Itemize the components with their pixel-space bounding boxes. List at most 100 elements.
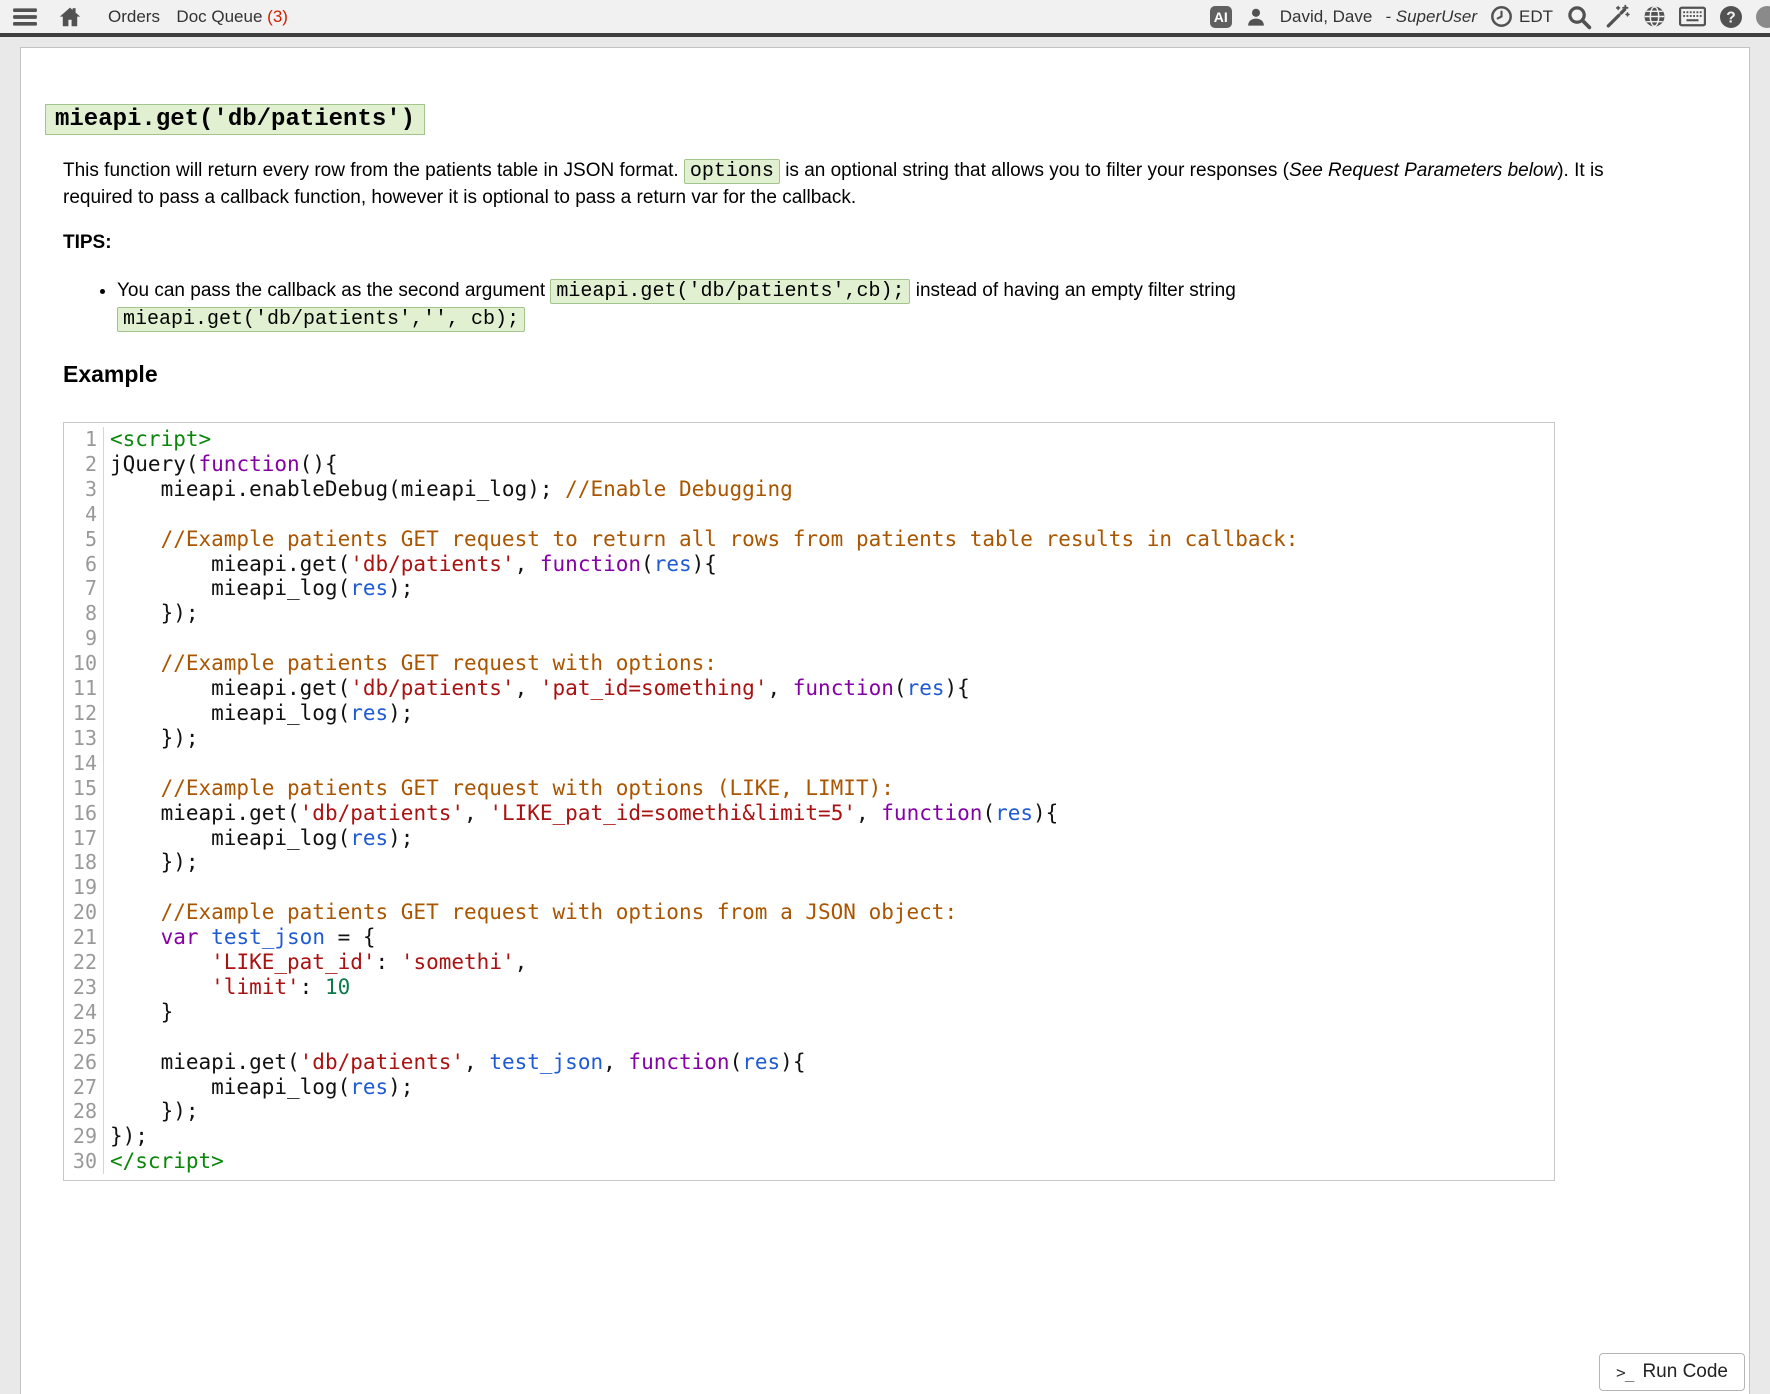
- text-segment: You can pass the callback as the second …: [117, 280, 550, 301]
- text-segment: See Request Parameters below: [1289, 160, 1557, 181]
- text-segment: This function will return every row from…: [63, 160, 684, 181]
- top-bar: Orders Doc Queue (3) AI David, Dave - Su…: [0, 0, 1770, 33]
- breadcrumb-nav: Orders Doc Queue (3): [96, 7, 288, 27]
- home-icon[interactable]: [58, 5, 82, 29]
- code-text: });: [104, 726, 199, 751]
- keyboard-icon[interactable]: [1679, 5, 1706, 28]
- code-text: }: [104, 1000, 173, 1025]
- line-number: 18: [64, 850, 104, 875]
- doc-title-wrap: mieapi.get('db/patients'): [45, 104, 1749, 135]
- line-number: 19: [64, 875, 104, 900]
- line-number: 26: [64, 1050, 104, 1075]
- run-code-label: Run Code: [1642, 1361, 1728, 1383]
- code-line: 30</script>: [64, 1149, 1554, 1174]
- line-number: 9: [64, 626, 104, 651]
- line-number: 30: [64, 1149, 104, 1174]
- code-line: 12 mieapi_log(res);: [64, 701, 1554, 726]
- tips-list: You can pass the callback as the second …: [63, 277, 1647, 333]
- code-text: mieapi_log(res);: [104, 701, 413, 726]
- top-bar-left: Orders Doc Queue (3): [12, 5, 288, 29]
- menu-icon[interactable]: [12, 6, 38, 28]
- line-number: 20: [64, 900, 104, 925]
- line-number: 29: [64, 1124, 104, 1149]
- code-line: 26 mieapi.get('db/patients', test_json, …: [64, 1050, 1554, 1075]
- code-line: 24 }: [64, 1000, 1554, 1025]
- code-line: 15 //Example patients GET request with o…: [64, 776, 1554, 801]
- line-number: 13: [64, 726, 104, 751]
- terminal-icon: >_: [1616, 1363, 1633, 1382]
- inline-code: mieapi.get('db/patients','', cb);: [117, 307, 525, 332]
- code-text: </script>: [104, 1149, 224, 1174]
- search-icon[interactable]: [1566, 4, 1592, 30]
- ai-badge-icon[interactable]: AI: [1210, 6, 1232, 28]
- svg-text:?: ?: [1726, 9, 1735, 26]
- code-line: 6 mieapi.get('db/patients', function(res…: [64, 552, 1554, 577]
- line-number: 4: [64, 502, 104, 527]
- line-number: 11: [64, 676, 104, 701]
- code-text: [104, 626, 110, 651]
- code-text: });: [104, 1124, 148, 1149]
- code-text: jQuery(function(){: [104, 452, 338, 477]
- help-icon[interactable]: ?: [1719, 5, 1743, 29]
- page-title: mieapi.get('db/patients'): [45, 104, 425, 135]
- code-line: 5 //Example patients GET request to retu…: [64, 527, 1554, 552]
- nav-orders[interactable]: Orders: [108, 7, 160, 26]
- line-number: 6: [64, 552, 104, 577]
- code-line: 19: [64, 875, 1554, 900]
- code-text: [104, 502, 110, 527]
- code-line: 28 });: [64, 1099, 1554, 1124]
- user-role: - SuperUser: [1385, 7, 1477, 27]
- run-code-button[interactable]: >_ Run Code: [1599, 1353, 1745, 1391]
- line-number: 21: [64, 925, 104, 950]
- code-line: 16 mieapi.get('db/patients', 'LIKE_pat_i…: [64, 801, 1554, 826]
- clock-icon[interactable]: [1490, 5, 1513, 28]
- code-text: mieapi.get('db/patients', function(res){: [104, 552, 717, 577]
- line-number: 23: [64, 975, 104, 1000]
- header-divider: [0, 33, 1770, 37]
- code-text: mieapi.get('db/patients', 'LIKE_pat_id=s…: [104, 801, 1058, 826]
- code-line: 7 mieapi_log(res);: [64, 576, 1554, 601]
- screen: Orders Doc Queue (3) AI David, Dave - Su…: [0, 0, 1770, 1394]
- code-text: mieapi_log(res);: [104, 826, 413, 851]
- code-text: [104, 875, 110, 900]
- code-text: [104, 751, 110, 776]
- intro-paragraph: This function will return every row from…: [63, 158, 1628, 211]
- code-block[interactable]: 1<script>2jQuery(function(){3 mieapi.ena…: [63, 422, 1555, 1181]
- example-heading: Example: [63, 361, 1749, 388]
- code-text: 'limit': 10: [104, 975, 350, 1000]
- code-line: 8 });: [64, 601, 1554, 626]
- line-number: 2: [64, 452, 104, 477]
- code-text: //Example patients GET request with opti…: [104, 651, 717, 676]
- inline-code: mieapi.get('db/patients',cb);: [550, 279, 910, 304]
- line-number: 10: [64, 651, 104, 676]
- code-line: 29});: [64, 1124, 1554, 1149]
- line-number: 8: [64, 601, 104, 626]
- code-text: //Example patients GET request with opti…: [104, 900, 957, 925]
- line-number: 3: [64, 477, 104, 502]
- code-text: [104, 1025, 110, 1050]
- nav-doc-queue[interactable]: Doc Queue (3): [176, 7, 288, 26]
- code-text: var test_json = {: [104, 925, 376, 950]
- code-text: mieapi_log(res);: [104, 1075, 413, 1100]
- timezone-label[interactable]: EDT: [1519, 7, 1553, 27]
- code-line: 27 mieapi_log(res);: [64, 1075, 1554, 1100]
- wand-icon[interactable]: [1605, 4, 1630, 29]
- code-line: 13 });: [64, 726, 1554, 751]
- inline-code: options: [684, 159, 780, 184]
- code-line: 18 });: [64, 850, 1554, 875]
- nav-doc-queue-label: Doc Queue: [176, 7, 262, 26]
- globe-icon[interactable]: [1643, 5, 1666, 28]
- user-icon[interactable]: [1245, 6, 1267, 28]
- code-text: <script>: [104, 427, 211, 452]
- code-line: 25: [64, 1025, 1554, 1050]
- code-text: });: [104, 601, 199, 626]
- tips-label: TIPS:: [63, 232, 1749, 254]
- line-number: 22: [64, 950, 104, 975]
- line-number: 12: [64, 701, 104, 726]
- cut-off-icon[interactable]: [1756, 6, 1770, 28]
- line-number: 15: [64, 776, 104, 801]
- code-text: //Example patients GET request to return…: [104, 527, 1298, 552]
- line-number: 25: [64, 1025, 104, 1050]
- code-line: 10 //Example patients GET request with o…: [64, 651, 1554, 676]
- user-name[interactable]: David, Dave: [1280, 7, 1373, 27]
